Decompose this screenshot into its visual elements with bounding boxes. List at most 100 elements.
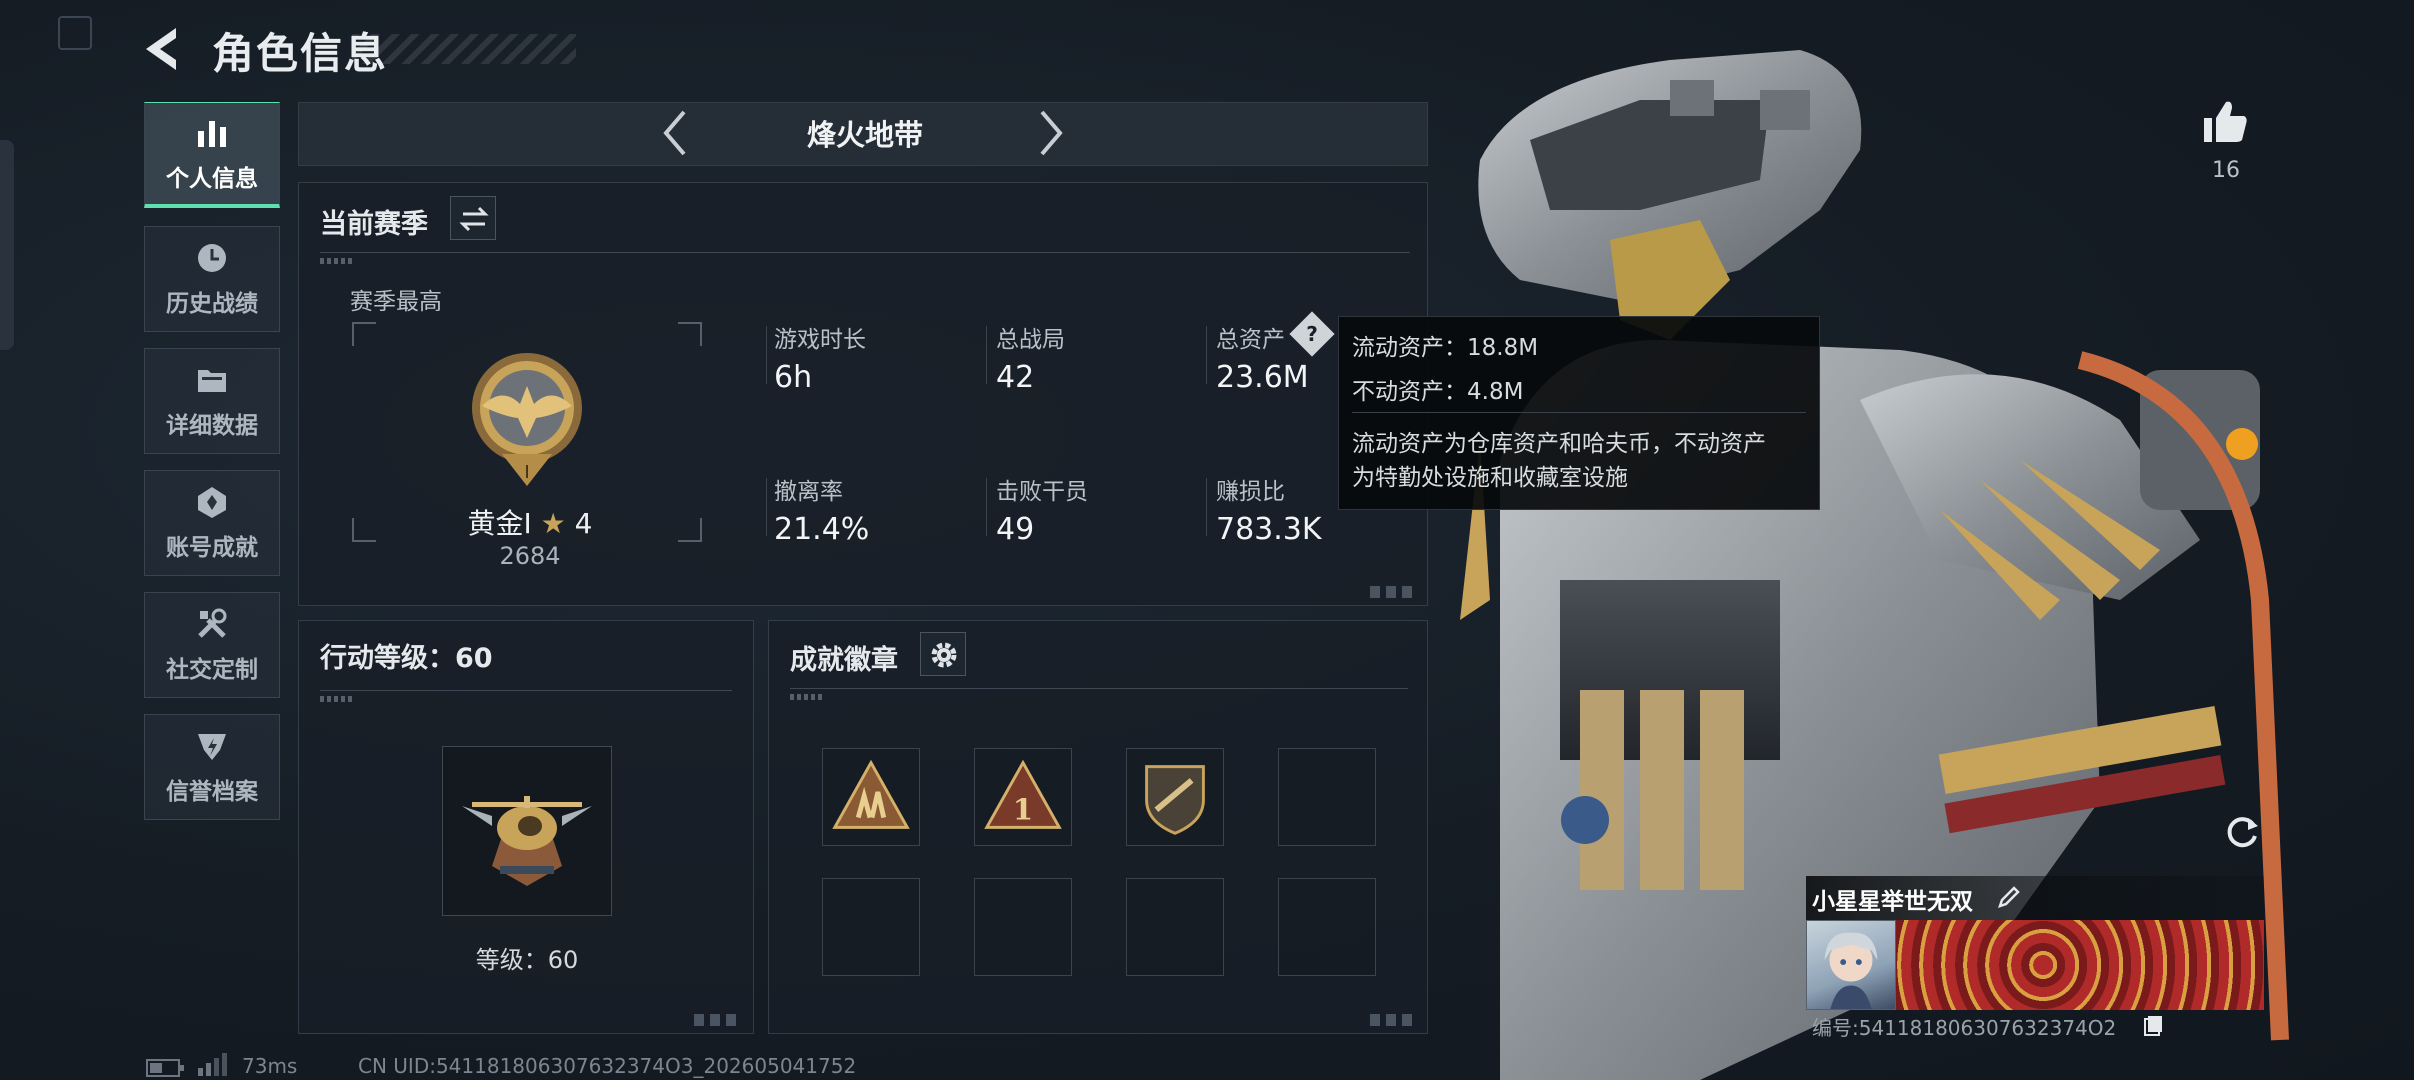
nav-label: 详细数据: [166, 413, 258, 439]
number-one-triangle-badge-icon: 1: [984, 759, 1062, 829]
rotate-icon[interactable]: [2222, 812, 2262, 852]
nav-social-custom[interactable]: 社交定制: [144, 592, 280, 698]
separator: [986, 478, 987, 536]
nav-label: 历史战绩: [166, 291, 258, 317]
nav-reputation[interactable]: 信誉档案: [144, 714, 280, 820]
avatar[interactable]: [1806, 920, 1896, 1010]
stat-label: 赚损比: [1216, 479, 1285, 505]
stat-label: 击败干员: [996, 479, 1088, 505]
rank-score: 2684: [499, 542, 561, 570]
separator: [766, 478, 767, 536]
achievement-badge-slot[interactable]: [822, 748, 920, 846]
gold-rank-medal-icon: I: [472, 353, 582, 486]
rank-stars: 4: [574, 507, 593, 540]
achievement-badge-slot-empty[interactable]: [1278, 878, 1376, 976]
panel-corner-marks: [694, 1014, 738, 1026]
stat-value: 6h: [774, 360, 813, 395]
title-decoration: [352, 34, 576, 64]
likes-count: 16: [2212, 158, 2240, 183]
star-icon: ★: [540, 507, 566, 540]
player-id: 编号:541181806307632374O2: [1812, 1016, 2117, 1040]
nav-account-achievements[interactable]: 账号成就: [144, 470, 280, 576]
tooltip-fixed-assets: 不动资产：4.8M: [1352, 379, 1524, 405]
panel-corner-marks: [1370, 1014, 1414, 1026]
signal-icon: [198, 1053, 227, 1076]
achievement-badge-slot-empty[interactable]: [974, 878, 1072, 976]
season-title: 当前赛季: [320, 209, 428, 240]
tooltip-description-line1: 流动资产为仓库资产和哈夫币，不动资产: [1352, 431, 1766, 457]
achievement-badge-slot-empty[interactable]: [1278, 748, 1376, 846]
folder-icon: [198, 370, 226, 392]
achievements-settings-button[interactable]: [920, 632, 966, 676]
thumbs-up-icon[interactable]: [2200, 96, 2250, 146]
divider: [320, 690, 732, 691]
achievement-badge-slot[interactable]: 1: [974, 748, 1072, 846]
rifle-shield-badge-icon: [1145, 765, 1205, 835]
nav-label: 账号成就: [166, 535, 258, 561]
previous-mode-arrow-icon[interactable]: [660, 108, 690, 158]
soldiers-triangle-badge-icon: [832, 759, 910, 829]
stat-label: 撤离率: [774, 479, 843, 505]
battery-icon: [146, 1059, 184, 1077]
divider: [790, 688, 1408, 689]
stat-value: 21.4%: [774, 512, 870, 547]
gear-icon: [931, 642, 957, 668]
avatar-portrait: [1824, 932, 1878, 1009]
separator: [766, 326, 767, 384]
divider-ticks: [790, 694, 824, 700]
separator: [986, 326, 987, 384]
nav-personal-info[interactable]: 个人信息: [144, 102, 280, 208]
level-label: 等级：60: [475, 946, 579, 974]
achievement-badge-slot-empty[interactable]: [822, 878, 920, 976]
copy-icon[interactable]: [2142, 1012, 2166, 1036]
mode-name: 烽火地带: [806, 118, 923, 152]
divider: [320, 252, 1410, 253]
nav-label: 个人信息: [166, 165, 258, 192]
action-level-title: 行动等级：60: [320, 643, 493, 674]
svg-text:I: I: [524, 462, 529, 483]
swap-icon: [459, 206, 489, 232]
tooltip-divider: [1352, 412, 1806, 413]
achievement-badge-slot-empty[interactable]: [1126, 878, 1224, 976]
stat-value: 49: [996, 512, 1035, 547]
nav-history[interactable]: 历史战绩: [144, 226, 280, 332]
separator: [1206, 326, 1207, 384]
next-mode-arrow-icon[interactable]: [1036, 108, 1066, 158]
tooltip-liquid-assets: 流动资产：18.8M: [1352, 335, 1539, 361]
help-icon-mark: ?: [1306, 322, 1318, 346]
season-best-label: 赛季最高: [350, 289, 442, 315]
stat-label: 游戏时长: [774, 327, 866, 353]
bar-chart-icon: [198, 120, 226, 147]
side-edge-tab[interactable]: [0, 140, 14, 350]
ping-text: 73ms: [242, 1054, 298, 1078]
clock-icon: [198, 244, 226, 272]
stat-value: 783.3K: [1216, 512, 1322, 547]
achievement-icon: [198, 487, 226, 518]
back-arrow-icon[interactable]: [140, 24, 190, 74]
player-name: 小星星举世无双: [1812, 889, 1973, 915]
season-switch-button[interactable]: [450, 196, 496, 240]
corner-decoration: [58, 16, 92, 50]
stat-label: 总资产: [1216, 327, 1285, 353]
edit-name-icon[interactable]: [1994, 882, 2024, 912]
nav-detailed-data[interactable]: 详细数据: [144, 348, 280, 454]
nav-label: 社交定制: [166, 657, 258, 683]
stat-value: 42: [996, 360, 1035, 395]
separator: [1206, 478, 1207, 536]
helicopter-emblem-icon: [462, 796, 592, 886]
rank-name: 黄金I: [467, 507, 532, 540]
shield-emblem-icon: [198, 734, 226, 760]
svg-text:1: 1: [1013, 792, 1033, 827]
divider-ticks: [320, 696, 354, 702]
panel-corner-marks: [1370, 586, 1414, 598]
achievement-badge-slot[interactable]: [1126, 748, 1224, 846]
tooltip-description-line2: 为特勤处设施和收藏室设施: [1352, 465, 1628, 491]
profile-banner[interactable]: [1896, 920, 2264, 1010]
achievements-title: 成就徽章: [790, 645, 898, 676]
tools-icon: [198, 608, 227, 638]
divider-ticks: [320, 258, 354, 264]
stat-value: 23.6M: [1216, 360, 1309, 395]
uid-text: CN UID:541181806307632374O3_202605041752: [358, 1054, 857, 1078]
rank-row: 黄金I ★ 4: [440, 502, 620, 542]
stat-label: 总战局: [996, 327, 1065, 353]
